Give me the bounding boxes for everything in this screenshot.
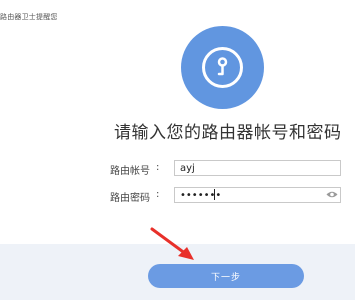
password-input[interactable] — [174, 187, 341, 203]
header-tip-text: 路由器卫士提醒您 — [0, 13, 58, 21]
account-colon: : — [156, 162, 160, 173]
next-step-button[interactable]: 下一步 — [148, 264, 304, 288]
eye-icon[interactable] — [326, 190, 338, 199]
annotation-arrow — [150, 227, 194, 260]
password-colon: : — [156, 189, 160, 200]
account-row: 路由帐号 : — [110, 160, 350, 178]
page-title: 请输入您的路由器帐号和密码 — [114, 123, 342, 143]
password-row: 路由密码 : — [110, 187, 350, 205]
router-login-page: 路由器卫士提醒您 请输入您的路由器帐号和密码 路由帐号 : 路由密码 : 下一步 — [0, 0, 355, 300]
password-label: 路由密码 — [110, 193, 150, 204]
text-caret — [214, 189, 215, 200]
lock-icon — [181, 26, 264, 109]
account-label: 路由帐号 — [110, 166, 150, 177]
account-input[interactable] — [174, 160, 341, 176]
